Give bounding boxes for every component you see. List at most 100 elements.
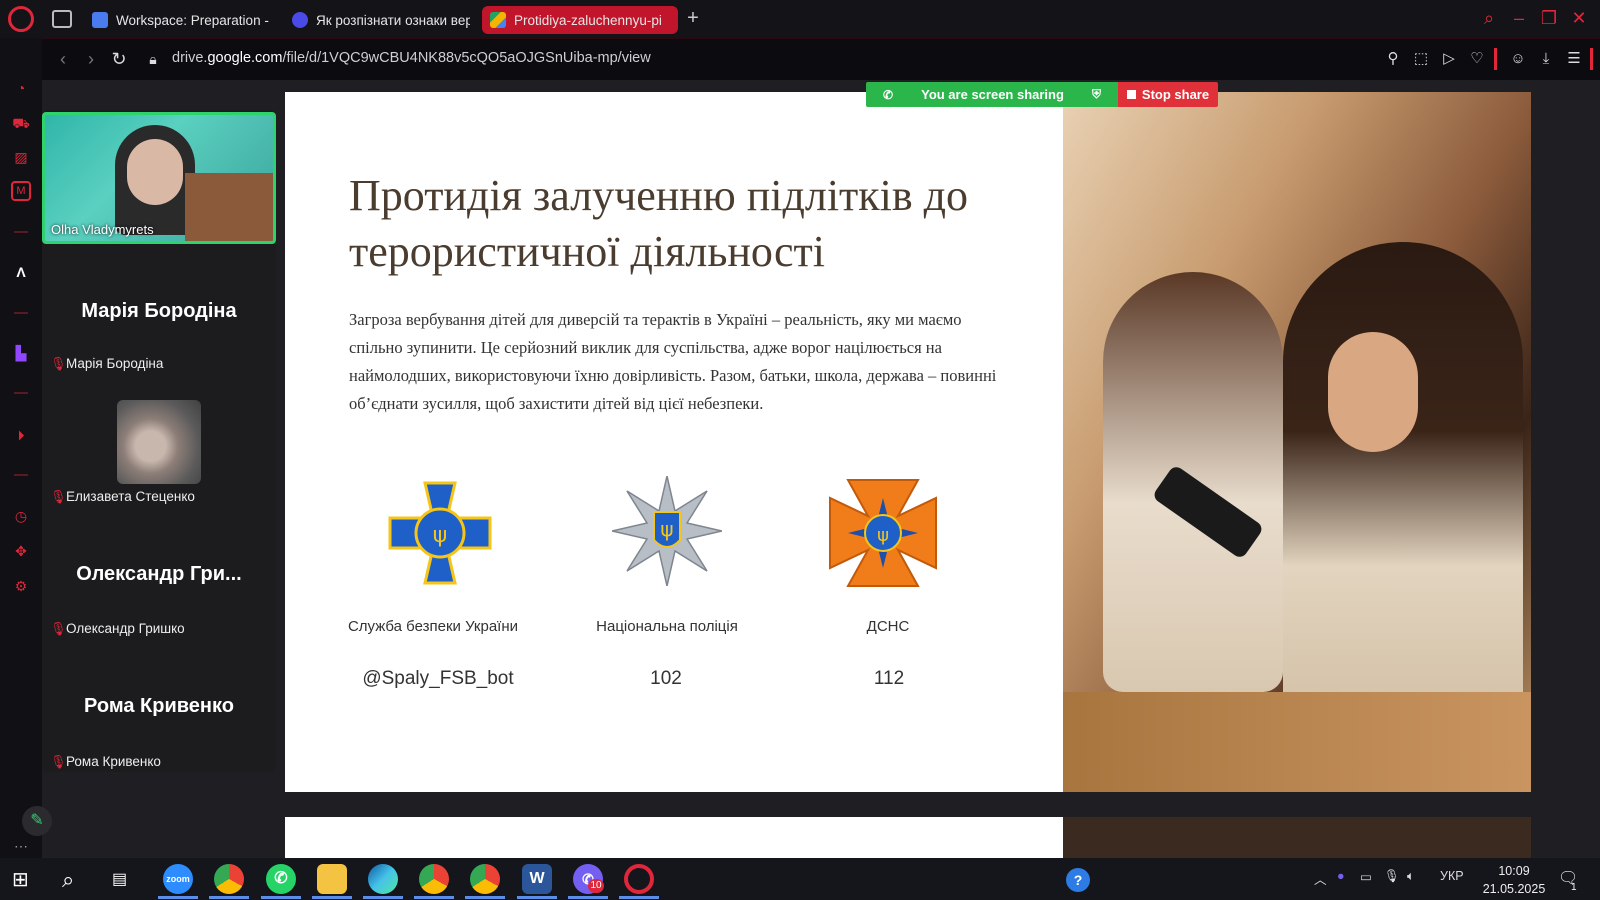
extensions-icon[interactable]: ✥	[11, 541, 31, 561]
heart-icon[interactable]: ♡	[1467, 49, 1487, 69]
microphone-icon[interactable]: 🎙︎	[1384, 869, 1400, 884]
svg-text:ψ: ψ	[433, 523, 448, 548]
dsns-emblem-icon: ψ	[829, 479, 937, 587]
url-domain: google.com	[207, 50, 283, 66]
twitch-icon[interactable]: ▙	[11, 343, 31, 363]
opera-app-icon[interactable]	[624, 864, 654, 894]
easy-setup-icon[interactable]: ☰	[1564, 49, 1584, 69]
sidebar-divider	[14, 392, 28, 394]
slide-title: Протидія залученню підлітків до терорист…	[349, 171, 969, 276]
speed-dial-icon[interactable]: ◔	[11, 78, 31, 98]
file-explorer-icon[interactable]	[317, 864, 347, 894]
screen-sharing-banner: ✆ You are screen sharing ⛨	[866, 82, 1118, 107]
windows-start-icon[interactable]: ⊞	[12, 868, 36, 892]
new-tab-button[interactable]: +	[682, 8, 704, 30]
running-indicator	[568, 896, 608, 899]
participant-face	[127, 139, 183, 205]
org-label-sbu: Служба безпеки України	[347, 618, 519, 635]
minimize-button[interactable]: –	[1508, 7, 1530, 29]
tab-label: Як розпізнати ознаки вер	[316, 12, 470, 28]
participant-label: Рома Кривенко	[66, 754, 161, 769]
opera-menu-icon[interactable]	[8, 6, 34, 32]
search-icon[interactable]: ⌕	[1478, 7, 1500, 29]
close-button[interactable]: ✕	[1568, 7, 1590, 29]
workspace-switch-icon[interactable]	[52, 10, 72, 28]
mic-muted-icon: 🎙︎	[50, 489, 67, 504]
participant-tile-name: Рома Кривенко	[84, 695, 234, 717]
battery-icon[interactable]: ▭	[1360, 869, 1372, 884]
sidebar-divider	[14, 474, 28, 476]
send-icon[interactable]: ▷	[1439, 49, 1459, 69]
stop-icon	[1126, 90, 1136, 99]
restore-button[interactable]: ❐	[1538, 7, 1560, 29]
tab-label: Protidiya-zaluchennyu-pi	[514, 12, 662, 28]
docs-icon	[92, 12, 108, 28]
running-indicator	[363, 896, 403, 899]
download-icon[interactable]: ⤓	[1536, 49, 1556, 69]
search-taskbar-icon[interactable]: ⌕	[62, 866, 90, 894]
shield-icon: ⛨	[1091, 87, 1101, 101]
back-button[interactable]: ‹	[52, 48, 74, 70]
stop-share-label: Stop share	[1141, 87, 1210, 102]
running-indicator	[158, 896, 198, 899]
participant-name: Olha Vladymyrets	[51, 222, 154, 237]
snapshot-icon[interactable]: ⬚	[1411, 49, 1431, 69]
zoom-app-icon[interactable]: zoom	[163, 864, 193, 894]
next-slide-photo	[1063, 817, 1531, 858]
volume-icon[interactable]: 🔈︎	[1407, 869, 1415, 884]
page-icon	[292, 12, 308, 28]
next-slide-preview	[285, 817, 1064, 858]
settings-icon[interactable]: ⚙	[11, 576, 31, 596]
tab-workspace[interactable]: Workspace: Preparation -	[84, 6, 270, 34]
chrome-app-icon[interactable]	[214, 864, 244, 894]
ai-icon[interactable]: ⛟	[11, 113, 31, 133]
word-app-icon[interactable]: W	[522, 864, 552, 894]
reload-button[interactable]: ↻	[108, 48, 130, 70]
messenger-m-icon[interactable]: M	[11, 181, 31, 201]
sbu-emblem-icon: ψ	[388, 481, 492, 585]
whatsapp-app-icon[interactable]: ✆	[266, 864, 296, 894]
participant-label: Елизавета Стеценко	[66, 489, 195, 504]
stop-share-button[interactable]: Stop share	[1118, 82, 1218, 107]
participant-label: Марія Бородіна	[66, 356, 164, 371]
org-contact-police: 102	[650, 668, 682, 689]
system-clock[interactable]: 10:09 21.05.2025	[1478, 862, 1550, 898]
workspace-icon[interactable]: ▨	[11, 147, 31, 167]
org-label-dsns: ДСНС	[866, 618, 910, 635]
notification-count: 1	[1571, 882, 1577, 893]
tab-article[interactable]: Як розпізнати ознаки вер	[284, 6, 470, 34]
account-icon[interactable]: ☺	[1508, 49, 1528, 69]
language-indicator[interactable]: УКР	[1440, 869, 1464, 883]
participant-tile-name: Марія Бородіна	[81, 300, 237, 322]
svg-text:ψ: ψ	[660, 517, 673, 541]
pin-icon[interactable]: ⚲	[1383, 49, 1403, 69]
lock-icon: 🔒︎	[149, 51, 157, 67]
running-indicator	[465, 896, 505, 899]
aria-icon[interactable]: Λ	[11, 262, 31, 282]
tab-drive-active[interactable]: Protidiya-zaluchennyu-pi	[482, 6, 678, 34]
player-icon[interactable]: ⏵	[11, 425, 31, 445]
history-icon[interactable]: ◷	[11, 506, 31, 526]
svg-text:ψ: ψ	[877, 525, 889, 546]
more-icon[interactable]: ⋯	[11, 836, 31, 856]
forward-button[interactable]: ›	[80, 48, 102, 70]
clock-time: 10:09	[1498, 864, 1530, 878]
slide-body-text: Загроза вербування дітей для диверсій та…	[349, 310, 997, 413]
tray-chevron-icon[interactable]: ︿	[1314, 869, 1327, 888]
edge-app-icon[interactable]	[368, 864, 398, 894]
mic-muted-icon: 🎙︎	[50, 356, 67, 371]
google-drive-icon	[490, 12, 506, 28]
help-icon[interactable]: ?	[1066, 868, 1090, 892]
viber-tray-icon[interactable]: ●	[1337, 869, 1345, 883]
task-view-icon[interactable]: ▤	[112, 868, 136, 892]
mic-muted-icon: 🎙︎	[50, 621, 67, 636]
participant-video[interactable]: Olha Vladymyrets	[42, 112, 276, 244]
toolbar-divider	[1590, 48, 1593, 70]
running-indicator	[619, 896, 659, 899]
annotate-pencil-icon[interactable]: ✎	[22, 806, 52, 836]
phone-icon: ✆	[883, 87, 894, 102]
chrome-profile-icon[interactable]	[470, 864, 500, 894]
participant-avatar	[117, 400, 201, 484]
chrome-profile-icon[interactable]	[419, 864, 449, 894]
url-field[interactable]: drive.google.com/file/d/1VQC9wCBU4NK88v5…	[172, 50, 651, 66]
